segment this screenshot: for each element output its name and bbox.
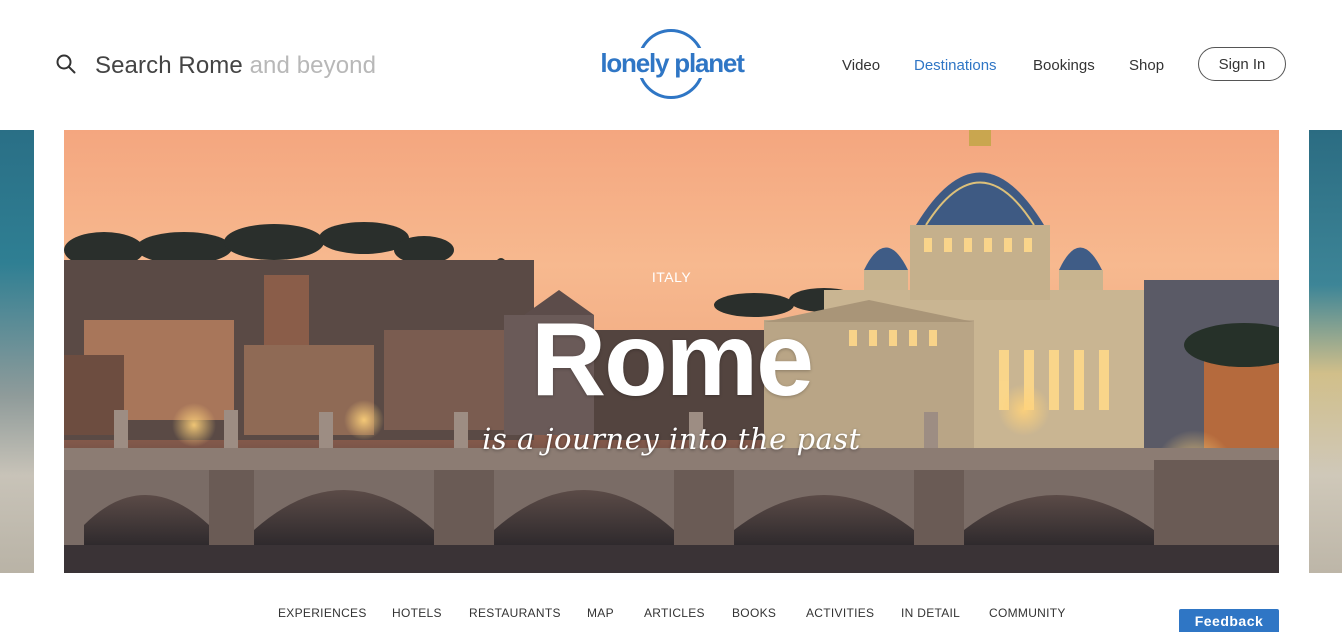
subnav-map[interactable]: MAP xyxy=(587,606,614,620)
hero-subtitle: is a journey into the past xyxy=(482,422,861,456)
lonely-planet-logo[interactable]: lonely planet xyxy=(598,28,746,102)
hero-title: Rome xyxy=(531,302,814,418)
subnav-articles[interactable]: ARTICLES xyxy=(644,606,705,620)
carousel-next-slide[interactable] xyxy=(1309,130,1342,573)
subnav-experiences[interactable]: EXPERIENCES xyxy=(278,606,367,620)
destination-subnav: EXPERIENCES HOTELS RESTAURANTS MAP ARTIC… xyxy=(0,598,1342,630)
subnav-in-detail[interactable]: IN DETAIL xyxy=(901,606,960,620)
search-input[interactable]: Search Rome and beyond xyxy=(95,52,376,80)
nav-destinations-link[interactable]: Destinations xyxy=(914,57,997,74)
search-placeholder-prefix: Search Rome xyxy=(95,52,243,79)
page: Search Rome and beyond lonely planet Vid… xyxy=(0,0,1342,632)
subnav-community[interactable]: COMMUNITY xyxy=(989,606,1066,620)
nav-video-link[interactable]: Video xyxy=(842,57,880,74)
nav-shop-link[interactable]: Shop xyxy=(1129,57,1164,74)
nav-item-shop[interactable]: Shop xyxy=(1129,48,1164,82)
site-header: Search Rome and beyond lonely planet Vid… xyxy=(0,0,1342,130)
hero-country-label: ITALY xyxy=(651,269,692,285)
subnav-hotels[interactable]: HOTELS xyxy=(392,606,442,620)
sign-in-button[interactable]: Sign In xyxy=(1198,47,1286,81)
nav-item-destinations[interactable]: Destinations xyxy=(914,48,997,82)
subnav-activities[interactable]: ACTIVITIES xyxy=(806,606,874,620)
search-icon[interactable] xyxy=(56,54,76,79)
feedback-button[interactable]: Feedback xyxy=(1179,609,1279,632)
search-placeholder-suffix: and beyond xyxy=(242,52,377,79)
nav-item-bookings[interactable]: Bookings xyxy=(1033,48,1095,82)
search-bar[interactable]: Search Rome and beyond xyxy=(56,48,376,84)
nav-bookings-link[interactable]: Bookings xyxy=(1033,57,1095,74)
hero-banner: ITALY Rome is a journey into the past xyxy=(64,130,1279,573)
logo-wordmark: lonely planet xyxy=(598,48,746,78)
subnav-books[interactable]: BOOKS xyxy=(732,606,776,620)
carousel-prev-slide[interactable] xyxy=(0,130,34,573)
subnav-restaurants[interactable]: RESTAURANTS xyxy=(469,606,561,620)
nav-item-video[interactable]: Video xyxy=(842,48,880,82)
